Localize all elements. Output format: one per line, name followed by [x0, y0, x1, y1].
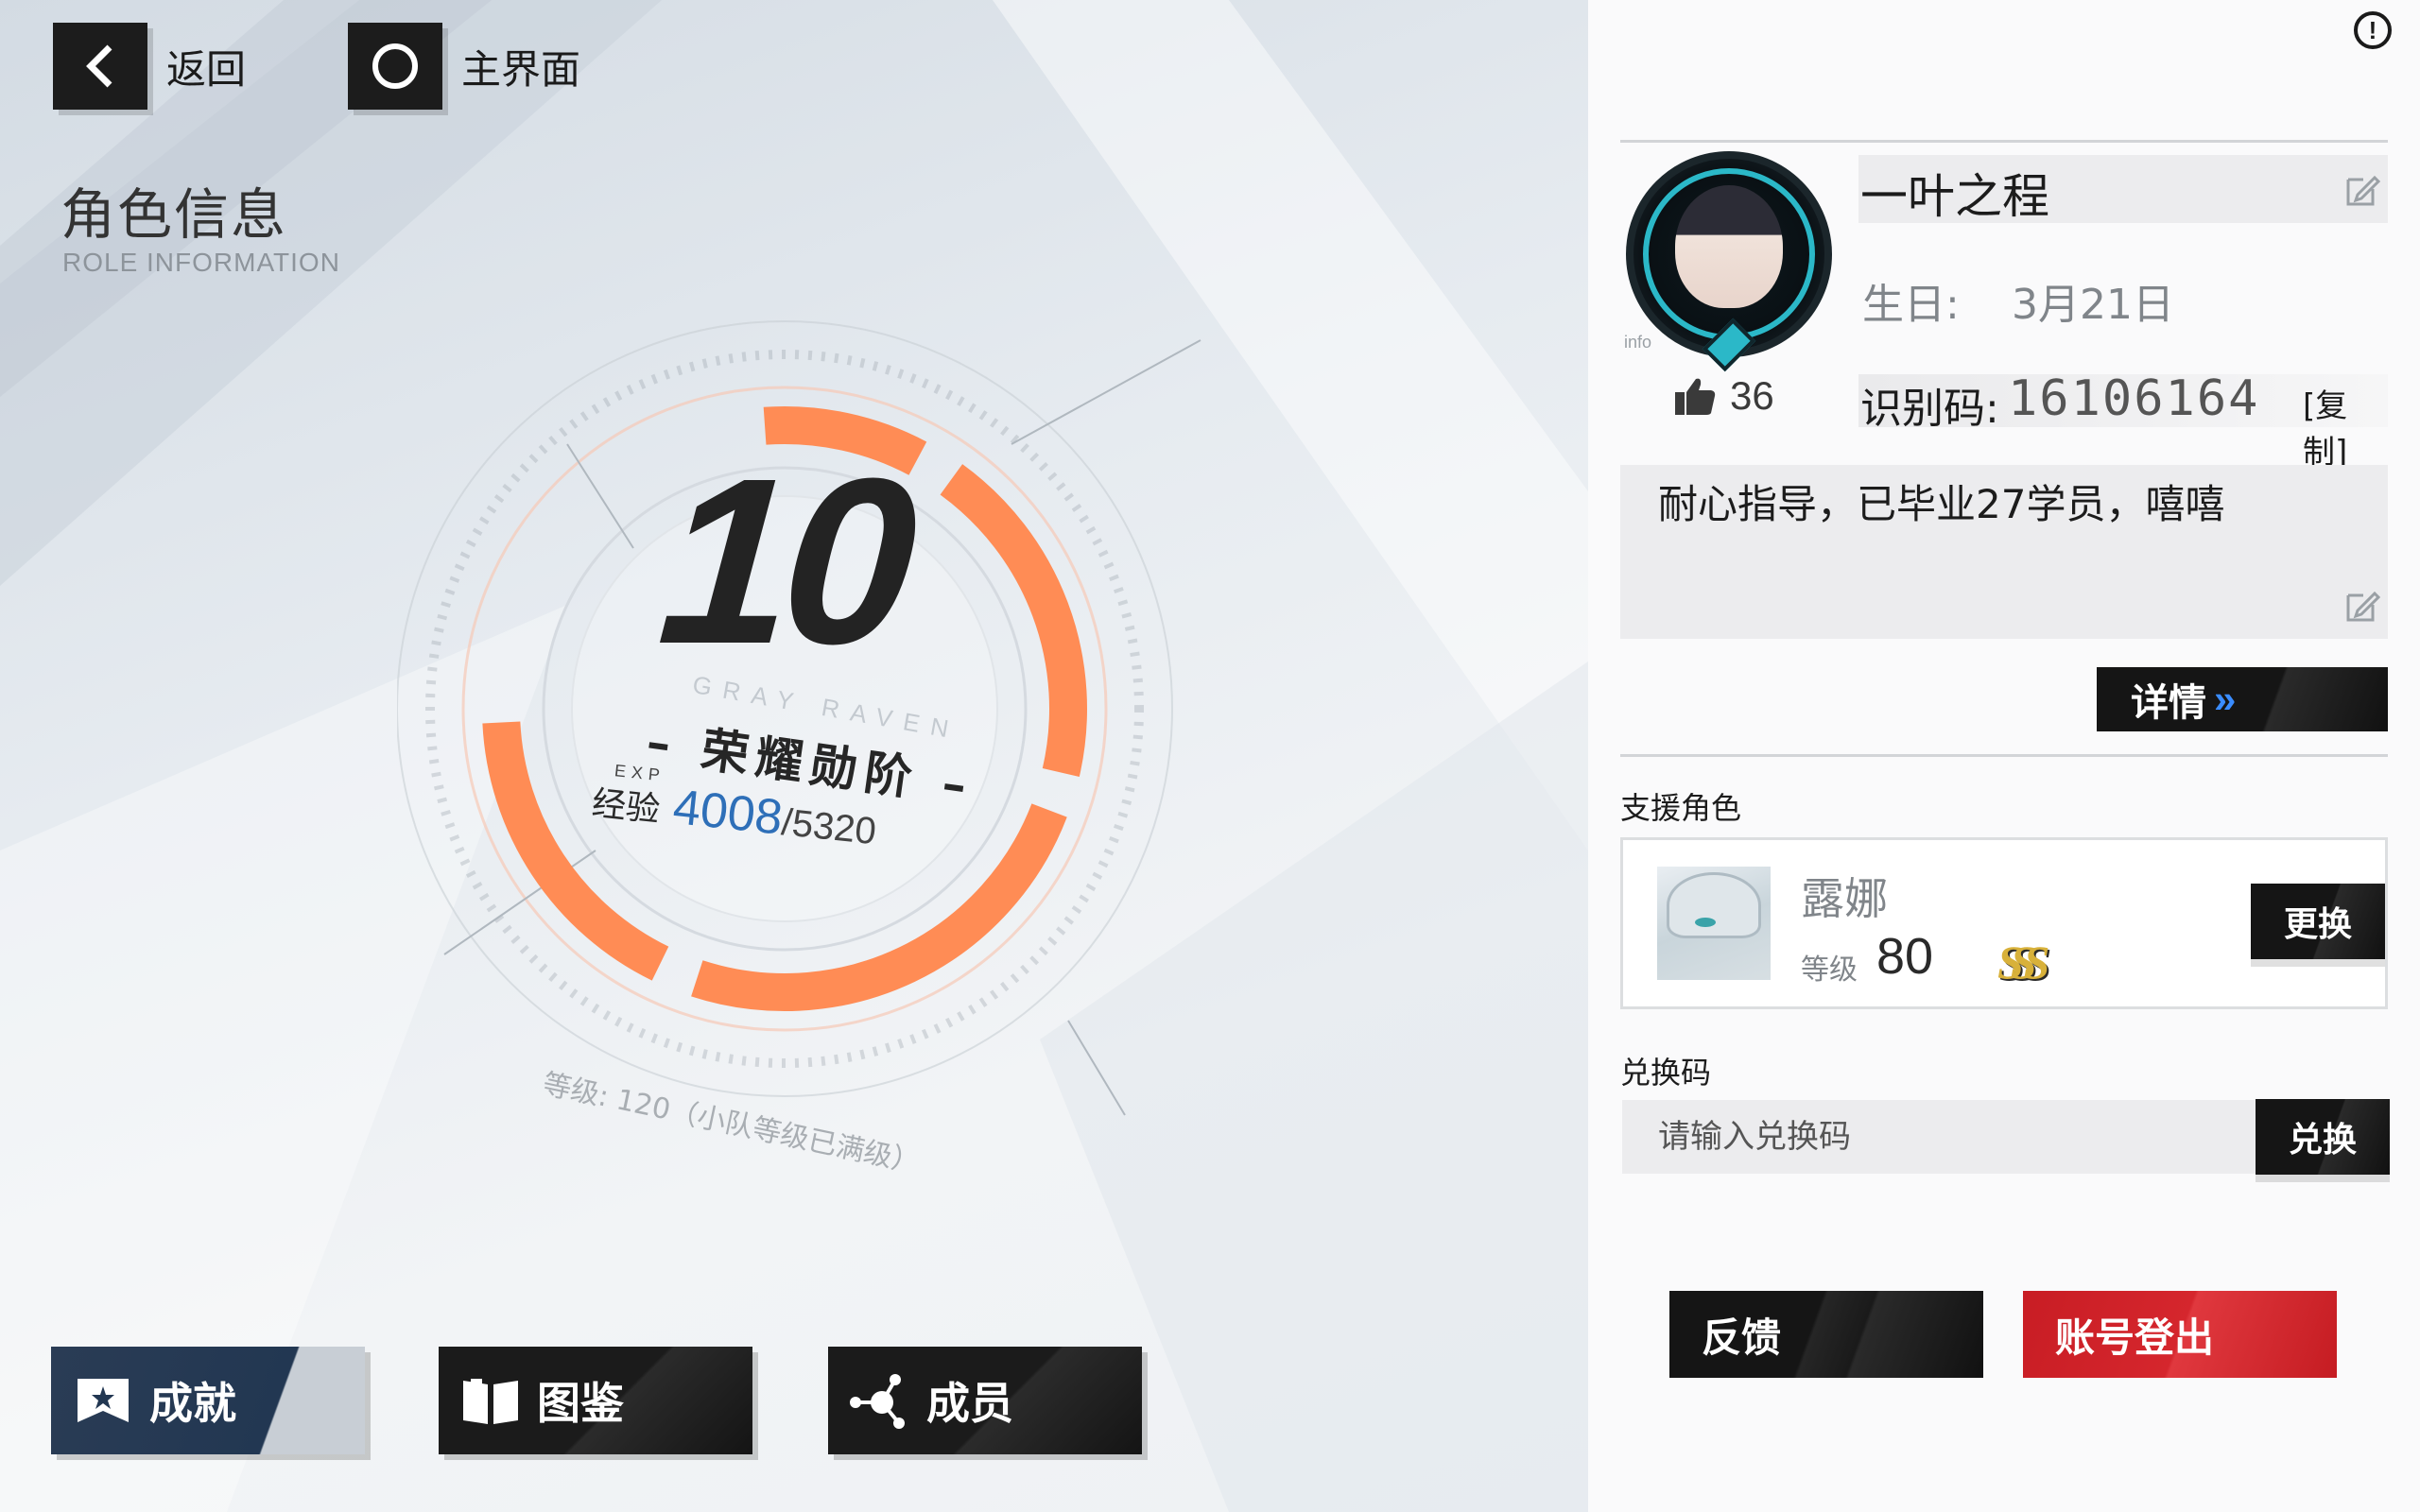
- logout-button[interactable]: 账号登出: [2023, 1291, 2337, 1378]
- exp-label: 经验: [590, 783, 663, 831]
- home-circle-icon: [348, 23, 442, 110]
- info-icon[interactable]: !: [2354, 11, 2392, 49]
- codex-button[interactable]: 图鉴: [439, 1347, 752, 1454]
- divider-top: [1620, 140, 2388, 143]
- player-name: 一叶之程: [1860, 169, 2049, 224]
- book-icon: [458, 1367, 524, 1434]
- copy-uid-button[interactable]: [复制]: [2303, 380, 2388, 472]
- player-name-field[interactable]: 一叶之程: [1858, 155, 2388, 224]
- achievement-button[interactable]: 成就: [51, 1347, 365, 1454]
- exp-max: /5320: [779, 801, 878, 853]
- logout-label: 账号登出: [2055, 1314, 2215, 1361]
- back-arrow-icon: [53, 23, 147, 110]
- support-level-value: 80: [1876, 928, 1934, 985]
- edit-name-icon[interactable]: [2344, 172, 2380, 208]
- uid-row: 识别码: 16106164 [复制]: [1858, 370, 2388, 472]
- support-rank-badge: SSS: [1997, 936, 2050, 988]
- exp-current: 4008: [670, 779, 786, 846]
- divider-middle: [1620, 754, 2388, 757]
- exp-small-label: EXP: [614, 761, 666, 785]
- uid-value: 16106164: [2008, 370, 2260, 427]
- avatar-info-tag: info: [1624, 333, 1652, 352]
- redeem-button[interactable]: 兑换: [2256, 1099, 2390, 1175]
- edit-signature-icon[interactable]: [2344, 588, 2380, 624]
- change-support-label: 更换: [2283, 905, 2352, 944]
- back-label: 返回: [166, 45, 247, 93]
- support-avatar-eye: [1695, 918, 1716, 927]
- uid-label: 识别码:: [1860, 385, 1999, 433]
- birthday-value: 3月21日: [2012, 281, 2174, 329]
- feedback-label: 反馈: [1702, 1314, 1782, 1361]
- network-icon: [847, 1367, 913, 1434]
- redeem-label: 兑换: [2288, 1121, 2357, 1160]
- support-avatar-hair: [1667, 872, 1761, 938]
- change-support-button[interactable]: 更换: [2251, 884, 2385, 959]
- support-character-card: 露娜 等级 80 SSS 更换: [1620, 837, 2388, 1009]
- details-label: 详情: [2131, 681, 2206, 725]
- home-label: 主界面: [461, 45, 581, 93]
- support-character-avatar[interactable]: [1657, 867, 1771, 980]
- feedback-button[interactable]: 反馈: [1669, 1291, 1983, 1378]
- double-chevron-right-icon: »: [2214, 677, 2237, 721]
- details-button[interactable]: 详情 »: [2097, 667, 2388, 731]
- thumbs-up-icon: [1675, 378, 1716, 415]
- signature-field[interactable]: 耐心指导，已毕业27学员，嘻嘻: [1620, 465, 2388, 639]
- achievement-flag-icon: [70, 1367, 136, 1434]
- members-button[interactable]: 成员: [828, 1347, 1142, 1454]
- profile-panel: ! info 一叶之程 生日: 3月21日 36 识别码: 16106164 […: [1588, 0, 2420, 1512]
- birthday-label: 生日:: [1862, 281, 1960, 329]
- role-info-panel: 返回 主界面 角色信息 ROLE INFORMATION GRAY RAVEN …: [0, 0, 1588, 1512]
- redeem-section-label: 兑换码: [1620, 1055, 1712, 1091]
- codex-label: 图鉴: [537, 1378, 624, 1429]
- page-title: 角色信息: [60, 182, 288, 247]
- support-section-label: 支援角色: [1620, 790, 1742, 826]
- avatar-portrait: [1675, 185, 1783, 308]
- support-level-label: 等级: [1801, 954, 1858, 987]
- signature-text: 耐心指导，已毕业27学员，嘻嘻: [1658, 481, 2225, 527]
- player-avatar[interactable]: [1626, 151, 1832, 372]
- page-subtitle: ROLE INFORMATION: [62, 248, 340, 277]
- rank-level-number: 10: [652, 429, 915, 693]
- redeem-code-input[interactable]: [1622, 1100, 2257, 1174]
- likes-counter: 36: [1673, 373, 1774, 419]
- back-button[interactable]: 返回: [53, 23, 246, 110]
- support-character-name: 露娜: [1801, 873, 1888, 924]
- home-button[interactable]: 主界面: [348, 23, 580, 110]
- achievement-label: 成就: [149, 1378, 236, 1429]
- members-label: 成员: [926, 1378, 1013, 1429]
- likes-count: 36: [1730, 373, 1774, 418]
